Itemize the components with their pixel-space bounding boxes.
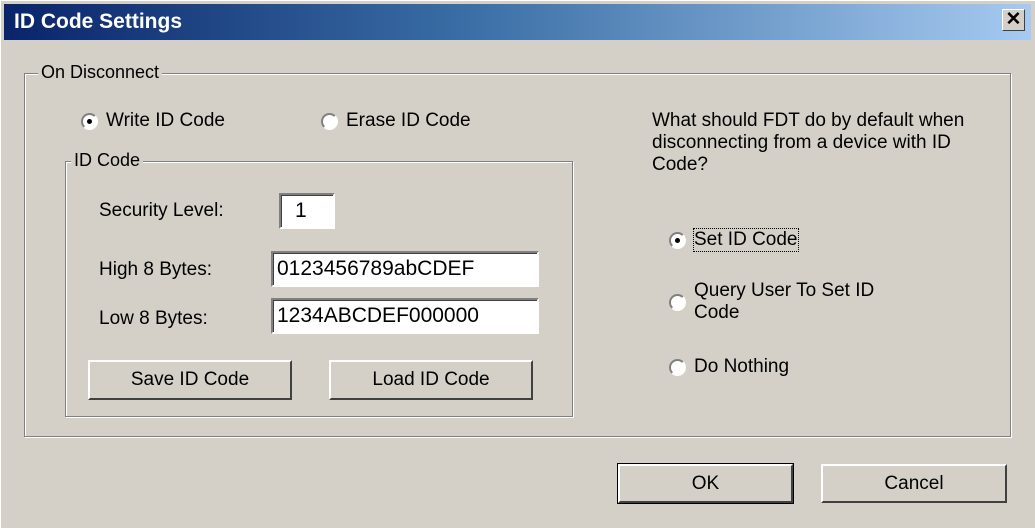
radio-indicator <box>669 293 686 311</box>
query-user-label: Query User To Set ID Code <box>694 280 875 323</box>
ok-button[interactable]: OK <box>617 463 794 504</box>
dialog-window: ID Code Settings ✕ On Disconnect Write I… <box>0 0 1035 528</box>
window-title: ID Code Settings <box>14 10 183 33</box>
erase-id-code-radio[interactable]: Erase ID Code <box>321 109 471 133</box>
default-action-question: What should FDT do by default when disco… <box>652 110 965 175</box>
do-nothing-radio[interactable]: Do Nothing <box>669 355 789 379</box>
set-id-code-radio[interactable]: Set ID Code <box>669 228 799 252</box>
save-id-code-button[interactable]: Save ID Code <box>88 360 292 400</box>
radio-indicator <box>321 112 338 130</box>
high-8-bytes-input[interactable] <box>271 251 539 287</box>
write-id-code-radio[interactable]: Write ID Code <box>81 109 225 133</box>
title-bar[interactable]: ID Code Settings ✕ <box>4 4 1031 40</box>
set-id-code-label: Set ID Code <box>693 228 799 252</box>
write-id-code-label: Write ID Code <box>106 110 225 131</box>
query-user-radio[interactable]: Query User To Set ID Code <box>669 279 924 325</box>
erase-id-code-label: Erase ID Code <box>346 110 471 131</box>
low-8-bytes-label: Low 8 Bytes: <box>99 308 208 329</box>
id-code-legend: ID Code <box>71 150 144 170</box>
radio-indicator <box>669 358 686 376</box>
load-id-code-button[interactable]: Load ID Code <box>329 360 533 400</box>
radio-indicator <box>81 112 98 130</box>
radio-indicator <box>669 231 686 249</box>
do-nothing-label: Do Nothing <box>694 356 790 377</box>
close-button[interactable]: ✕ <box>1002 9 1025 31</box>
security-level-input[interactable] <box>279 193 335 229</box>
cancel-button[interactable]: Cancel <box>821 464 1007 503</box>
close-icon: ✕ <box>1005 9 1022 30</box>
on-disconnect-legend: On Disconnect <box>38 62 163 82</box>
security-level-label: Security Level: <box>99 200 224 221</box>
low-8-bytes-input[interactable] <box>271 298 539 334</box>
high-8-bytes-label: High 8 Bytes: <box>99 259 212 280</box>
